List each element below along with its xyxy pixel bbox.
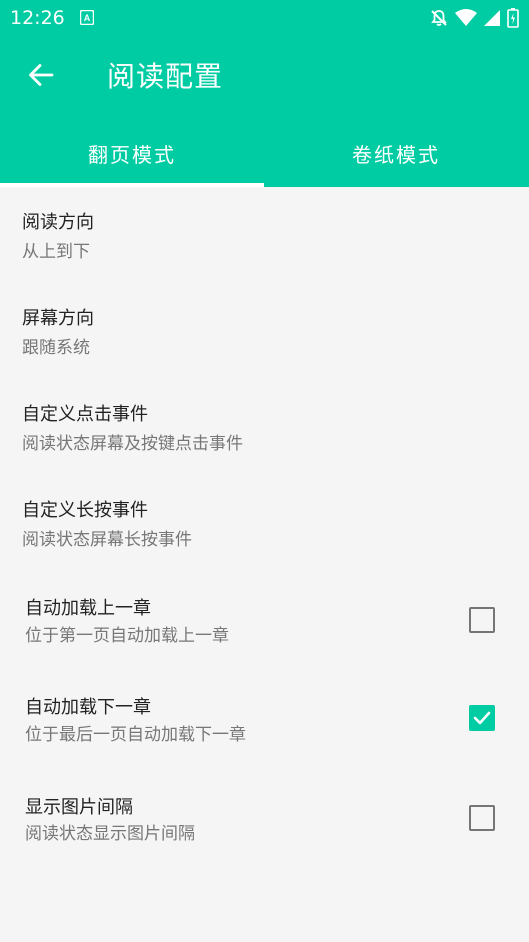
setting-title: 屏幕方向: [22, 308, 94, 329]
setting-reading-direction[interactable]: 阅读方向 从上到下: [0, 190, 529, 285]
page-title: 阅读配置: [107, 60, 224, 93]
battery-icon: [507, 8, 519, 32]
svg-text:A: A: [84, 13, 91, 23]
setting-auto-load-previous-chapter[interactable]: 自动加载上一章 位于第一页自动加载上一章: [0, 574, 529, 670]
setting-title: 自动加载上一章: [25, 598, 151, 619]
mode-tabs: 翻页模式 卷纸模式: [0, 122, 529, 187]
tab-indicator: [0, 183, 264, 187]
setting-summary: 阅读状态屏幕及按键点击事件: [22, 434, 243, 454]
status-bar: 12:26 A: [0, 0, 529, 36]
setting-summary: 阅读状态显示图片间隔: [25, 824, 195, 844]
app-header: 12:26 A 阅读配置 翻页模式 卷纸模式: [0, 0, 529, 187]
wifi-icon: [455, 9, 477, 31]
bell-off-icon: [429, 8, 449, 32]
setting-summary: 阅读状态屏幕长按事件: [22, 530, 192, 550]
setting-auto-load-next-chapter[interactable]: 自动加载下一章 位于最后一页自动加载下一章: [0, 672, 529, 768]
setting-summary: 从上到下: [22, 242, 90, 262]
setting-title: 自定义长按事件: [22, 500, 148, 521]
setting-custom-long-press-events[interactable]: 自定义长按事件 阅读状态屏幕长按事件: [0, 478, 529, 573]
app-bar: 阅读配置: [0, 40, 529, 112]
setting-summary: 位于最后一页自动加载下一章: [25, 725, 246, 745]
setting-show-image-spacing[interactable]: 显示图片间隔 阅读状态显示图片间隔: [0, 770, 529, 866]
tab-page-turn-mode[interactable]: 翻页模式: [0, 122, 264, 185]
setting-title: 阅读方向: [22, 212, 94, 233]
setting-screen-orientation[interactable]: 屏幕方向 跟随系统: [0, 286, 529, 381]
tab-scroll-mode[interactable]: 卷纸模式: [264, 122, 528, 185]
auto-load-previous-checkbox[interactable]: [469, 607, 495, 633]
setting-summary: 位于第一页自动加载上一章: [25, 626, 229, 646]
setting-title: 自定义点击事件: [22, 404, 148, 425]
text-notification-icon: A: [79, 9, 95, 26]
show-image-spacing-checkbox[interactable]: [469, 805, 495, 831]
status-time: 12:26: [10, 7, 65, 29]
setting-custom-tap-events[interactable]: 自定义点击事件 阅读状态屏幕及按键点击事件: [0, 382, 529, 477]
setting-summary: 跟随系统: [22, 338, 90, 358]
arrow-back-icon: [27, 61, 55, 93]
setting-title: 自动加载下一章: [25, 697, 151, 718]
setting-title: 显示图片间隔: [25, 797, 133, 818]
auto-load-next-checkbox[interactable]: [469, 705, 495, 731]
back-button[interactable]: [14, 50, 68, 104]
signal-icon: [483, 9, 501, 31]
